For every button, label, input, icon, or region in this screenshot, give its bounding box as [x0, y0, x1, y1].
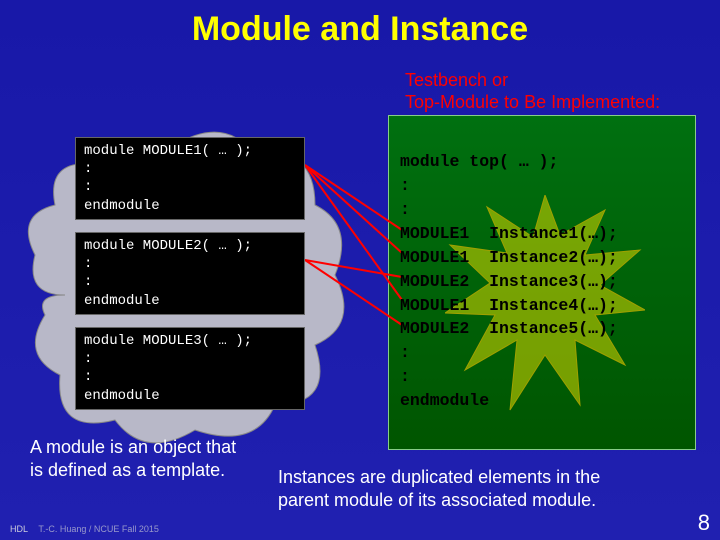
- module3-code: module MODULE3( … ); : : endmodule: [75, 327, 305, 410]
- slide-title: Module and Instance: [0, 0, 720, 49]
- instance-definition-caption: Instances are duplicated elements in the…: [278, 466, 600, 511]
- footer-author: T.-C. Huang / NCUE Fall 2015: [38, 524, 159, 534]
- top-module-code: module top( … ); : : MODULE1 Instance1(……: [400, 150, 618, 413]
- module2-code: module MODULE2( … ); : : endmodule: [75, 232, 305, 315]
- footer-hdl: HDL: [10, 524, 28, 534]
- module-definition-caption: A module is an object that is defined as…: [30, 436, 236, 481]
- page-number: 8: [698, 510, 710, 536]
- testbench-label: Testbench or Top-Module to Be Implemente…: [405, 70, 660, 113]
- module1-code: module MODULE1( … ); : : endmodule: [75, 137, 305, 220]
- footer: HDL T.-C. Huang / NCUE Fall 2015: [10, 524, 159, 534]
